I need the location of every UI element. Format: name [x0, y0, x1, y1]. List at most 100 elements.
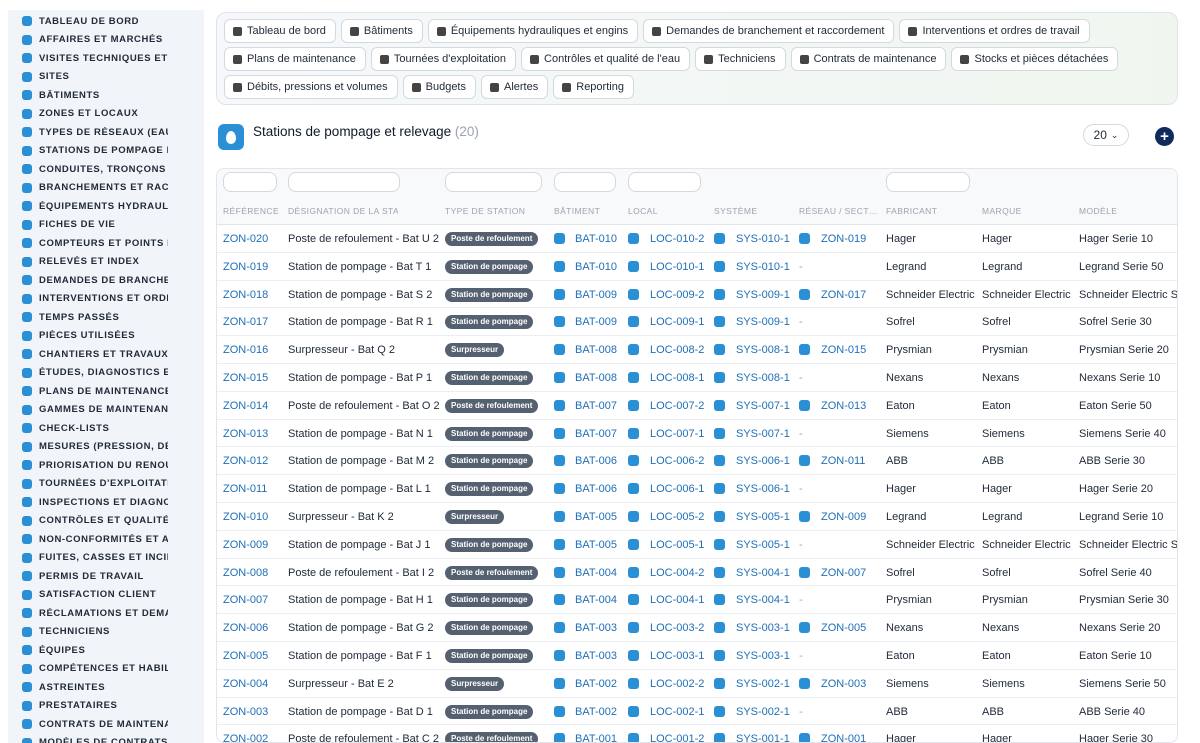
nav-pill[interactable]: Plans de maintenance — [224, 47, 366, 71]
nav-pill[interactable]: Alertes — [481, 75, 549, 99]
nav-pill[interactable]: Bâtiments — [340, 19, 423, 43]
system-link[interactable]: SYS-010-1 — [736, 233, 790, 245]
local-link[interactable]: LOC-005-1 — [650, 539, 704, 551]
column-filter-input[interactable] — [886, 172, 970, 192]
local-link[interactable]: LOC-005-2 — [650, 511, 704, 523]
building-link[interactable]: BAT-003 — [575, 622, 617, 634]
network-link[interactable]: ZON-019 — [821, 233, 866, 245]
table-row[interactable]: ZON-007 Station de pompage - Bat H 1 Stati… — [217, 586, 1177, 615]
table-row[interactable]: ZON-004 Surpresseur - Bat E 2 Surpresseur B… — [217, 670, 1177, 698]
local-link[interactable]: LOC-009-1 — [650, 316, 704, 328]
table-row[interactable]: ZON-015 Station de pompage - Bat P 1 Stati… — [217, 364, 1177, 392]
sidebar-item[interactable]: PLANS DE MAINTENANCE — [8, 382, 168, 401]
reference-link[interactable]: ZON-010 — [223, 511, 268, 523]
sidebar-item[interactable]: TOURNÉES D'EXPLOITATI — [8, 475, 168, 494]
system-link[interactable]: SYS-005-1 — [736, 539, 790, 551]
reference-link[interactable]: ZON-018 — [223, 289, 268, 301]
nav-pill[interactable]: Demandes de branchement et raccordement — [643, 19, 895, 43]
system-link[interactable]: SYS-003-1 — [736, 622, 790, 634]
sidebar-item[interactable]: TABLEAU DE BORD — [8, 12, 168, 31]
system-link[interactable]: SYS-008-1 — [736, 372, 790, 384]
local-link[interactable]: LOC-006-2 — [650, 455, 704, 467]
local-link[interactable]: LOC-010-1 — [650, 261, 704, 273]
local-link[interactable]: LOC-008-1 — [650, 372, 704, 384]
sidebar-item[interactable]: DEMANDES DE BRANCHE — [8, 271, 168, 290]
per-page-select[interactable]: 20 ⌄ — [1083, 124, 1129, 146]
local-link[interactable]: LOC-003-1 — [650, 650, 704, 662]
building-link[interactable]: BAT-006 — [575, 455, 617, 467]
local-link[interactable]: LOC-008-2 — [650, 344, 704, 356]
building-link[interactable]: BAT-009 — [575, 289, 617, 301]
table-row[interactable]: ZON-011 Station de pompage - Bat L 1 Stati… — [217, 475, 1177, 503]
reference-link[interactable]: ZON-009 — [223, 539, 268, 551]
system-link[interactable]: SYS-001-1 — [736, 733, 790, 742]
sidebar-item[interactable]: VISITES TECHNIQUES ET — [8, 49, 168, 68]
table-row[interactable]: ZON-016 Surpresseur - Bat Q 2 Surpresseur B… — [217, 336, 1177, 364]
local-link[interactable]: LOC-007-2 — [650, 400, 704, 412]
table-row[interactable]: ZON-020 Poste de refoulement - Bat U 2 Pos… — [217, 225, 1177, 253]
reference-link[interactable]: ZON-016 — [223, 344, 268, 356]
system-link[interactable]: SYS-009-1 — [736, 289, 790, 301]
building-link[interactable]: BAT-009 — [575, 316, 617, 328]
system-link[interactable]: SYS-003-1 — [736, 650, 790, 662]
column-header[interactable]: MODÈLE — [1079, 206, 1117, 216]
column-header[interactable]: FABRICANT — [886, 206, 937, 216]
table-row[interactable]: ZON-003 Station de pompage - Bat D 1 Stati… — [217, 698, 1177, 726]
network-link[interactable]: ZON-001 — [821, 733, 866, 742]
column-filter-input[interactable] — [554, 172, 616, 192]
table-row[interactable]: ZON-002 Poste de refoulement - Bat C 2 Pos… — [217, 725, 1177, 742]
sidebar-item[interactable]: TEMPS PASSÉS — [8, 308, 168, 327]
sidebar-item[interactable]: TECHNICIENS — [8, 623, 168, 642]
network-link[interactable]: ZON-013 — [821, 400, 866, 412]
column-filter-input[interactable] — [445, 172, 542, 192]
network-link[interactable]: ZON-011 — [821, 455, 865, 467]
nav-pill[interactable]: Contrôles et qualité de l'eau — [521, 47, 691, 71]
building-link[interactable]: BAT-002 — [575, 706, 617, 718]
local-link[interactable]: LOC-009-2 — [650, 289, 704, 301]
building-link[interactable]: BAT-005 — [575, 511, 617, 523]
table-row[interactable]: ZON-010 Surpresseur - Bat K 2 Surpresseur B… — [217, 503, 1177, 531]
sidebar-item[interactable]: GAMMES DE MAINTENAN — [8, 401, 168, 420]
reference-link[interactable]: ZON-007 — [223, 594, 268, 606]
add-button[interactable]: + — [1155, 127, 1174, 146]
table-row[interactable]: ZON-012 Station de pompage - Bat M 2 Stati… — [217, 447, 1177, 476]
nav-pill[interactable]: Budgets — [402, 75, 476, 99]
reference-link[interactable]: ZON-017 — [223, 316, 268, 328]
sidebar-item[interactable]: CHANTIERS ET TRAVAUX — [8, 345, 168, 364]
column-header[interactable]: RÉFÉRENCE — [223, 206, 279, 216]
column-header[interactable]: BÂTIMENT — [554, 206, 600, 216]
sidebar-item[interactable]: INTERVENTIONS ET ORDI — [8, 290, 168, 309]
network-link[interactable]: ZON-017 — [821, 289, 866, 301]
sidebar-item[interactable]: FICHES DE VIE — [8, 216, 168, 235]
sidebar-item[interactable]: PIÈCES UTILISÉES — [8, 327, 168, 346]
nav-pill[interactable]: Débits, pressions et volumes — [224, 75, 398, 99]
local-link[interactable]: LOC-007-1 — [650, 428, 704, 440]
sidebar-item[interactable]: CONDUITES, TRONÇONS — [8, 160, 168, 179]
sidebar-item[interactable]: SITES — [8, 68, 168, 87]
building-link[interactable]: BAT-005 — [575, 539, 617, 551]
system-link[interactable]: SYS-007-1 — [736, 428, 790, 440]
reference-link[interactable]: ZON-011 — [223, 483, 267, 495]
local-link[interactable]: LOC-004-1 — [650, 594, 704, 606]
column-header[interactable]: LOCAL — [628, 206, 658, 216]
system-link[interactable]: SYS-007-1 — [736, 400, 790, 412]
column-filter-input[interactable] — [223, 172, 277, 192]
local-link[interactable]: LOC-002-2 — [650, 678, 704, 690]
system-link[interactable]: SYS-006-1 — [736, 455, 790, 467]
sidebar-item[interactable]: COMPÉTENCES ET HABIL — [8, 660, 168, 679]
reference-link[interactable]: ZON-006 — [223, 622, 268, 634]
local-link[interactable]: LOC-010-2 — [650, 233, 704, 245]
sidebar-item[interactable]: RELEVÉS ET INDEX — [8, 253, 168, 272]
sidebar-item[interactable]: FUITES, CASSES ET INCII — [8, 549, 168, 568]
reference-link[interactable]: ZON-013 — [223, 428, 268, 440]
reference-link[interactable]: ZON-004 — [223, 678, 268, 690]
sidebar-item[interactable]: CHECK-LISTS — [8, 419, 168, 438]
network-link[interactable]: ZON-003 — [821, 678, 866, 690]
local-link[interactable]: LOC-006-1 — [650, 483, 704, 495]
sidebar-item[interactable]: COMPTEURS ET POINTS I — [8, 234, 168, 253]
system-link[interactable]: SYS-002-1 — [736, 706, 790, 718]
reference-link[interactable]: ZON-008 — [223, 567, 268, 579]
reference-link[interactable]: ZON-002 — [223, 733, 268, 742]
sidebar-item[interactable]: STATIONS DE POMPAGE E — [8, 142, 168, 161]
system-link[interactable]: SYS-005-1 — [736, 511, 790, 523]
